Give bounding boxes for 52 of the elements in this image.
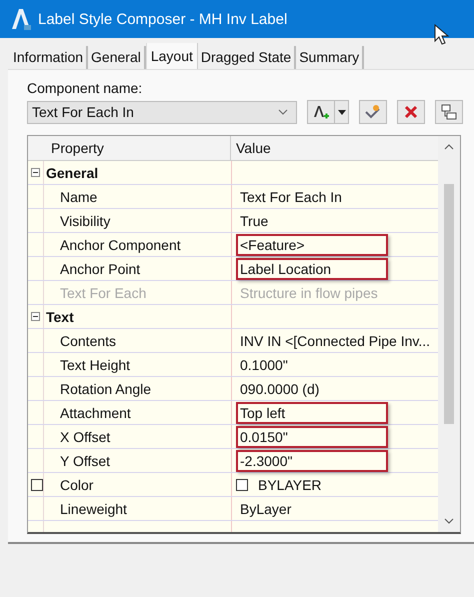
category-label: Text [44, 305, 232, 328]
property-name: Y Offset [60, 452, 110, 468]
draw-order-button[interactable] [435, 100, 463, 124]
property-value[interactable]: <Feature> [236, 234, 388, 256]
copy-component-button[interactable] [359, 100, 387, 124]
property-value[interactable]: INV IN <[Connected Pipe Inv... [236, 330, 434, 352]
window-title: Label Style Composer - MH Inv Label [38, 10, 288, 28]
boxes-icon [441, 104, 457, 120]
property-value[interactable]: Top left [236, 402, 388, 424]
property-name: Attachment [60, 404, 131, 420]
property-value[interactable]: 0.1000" [236, 354, 292, 376]
property-name: Lineweight [60, 500, 127, 516]
property-name: Contents [60, 332, 116, 348]
close-icon [404, 105, 418, 119]
app-logo-icon [10, 7, 32, 31]
property-value[interactable]: ByLayer [236, 498, 296, 520]
add-text-button[interactable] [307, 100, 335, 124]
property-value[interactable]: -2.3000" [236, 450, 388, 472]
property-value[interactable]: 0.0150" [236, 426, 388, 448]
property-value[interactable]: 090.0000 (d) [236, 378, 324, 400]
column-header[interactable]: Value [231, 136, 271, 160]
scroll-down-icon[interactable] [444, 518, 454, 524]
property-name: Visibility [60, 212, 110, 228]
dropdown-arrow-button[interactable] [335, 100, 349, 124]
column-header[interactable]: Property [28, 136, 231, 160]
property-name: Text Height [60, 356, 130, 372]
collapse-icon[interactable] [31, 168, 40, 177]
mouse-cursor-icon [434, 24, 450, 46]
property-value[interactable]: True [236, 210, 272, 232]
collapse-icon[interactable] [31, 312, 40, 321]
property-name: Text For Each [60, 284, 146, 300]
chevron-down-icon [278, 109, 288, 115]
property-name: Name [60, 188, 98, 204]
delete-button[interactable] [397, 100, 425, 124]
property-name: X Offset [60, 428, 110, 444]
checkbox-icon[interactable] [31, 478, 43, 490]
component-name-label: Component name: [27, 80, 142, 96]
property-name: Rotation Angle [60, 380, 152, 396]
property-value[interactable]: Label Location [236, 258, 388, 280]
scrollbar[interactable] [438, 136, 460, 532]
check-dot-icon [364, 104, 382, 120]
property-name: Color [60, 476, 94, 492]
category-label: General [44, 161, 232, 184]
caret-icon [338, 110, 346, 114]
tab[interactable]: Layout [146, 43, 198, 69]
property-value[interactable]: Text For Each In [236, 186, 346, 208]
property-name: Anchor Component [60, 236, 181, 252]
property-value[interactable]: BYLAYER [254, 474, 326, 496]
letter-plus-icon [313, 104, 329, 120]
component-name-dropdown[interactable]: Text For Each In [27, 100, 297, 124]
property-name: Anchor Point [60, 260, 140, 276]
scroll-up-icon[interactable] [444, 144, 454, 150]
